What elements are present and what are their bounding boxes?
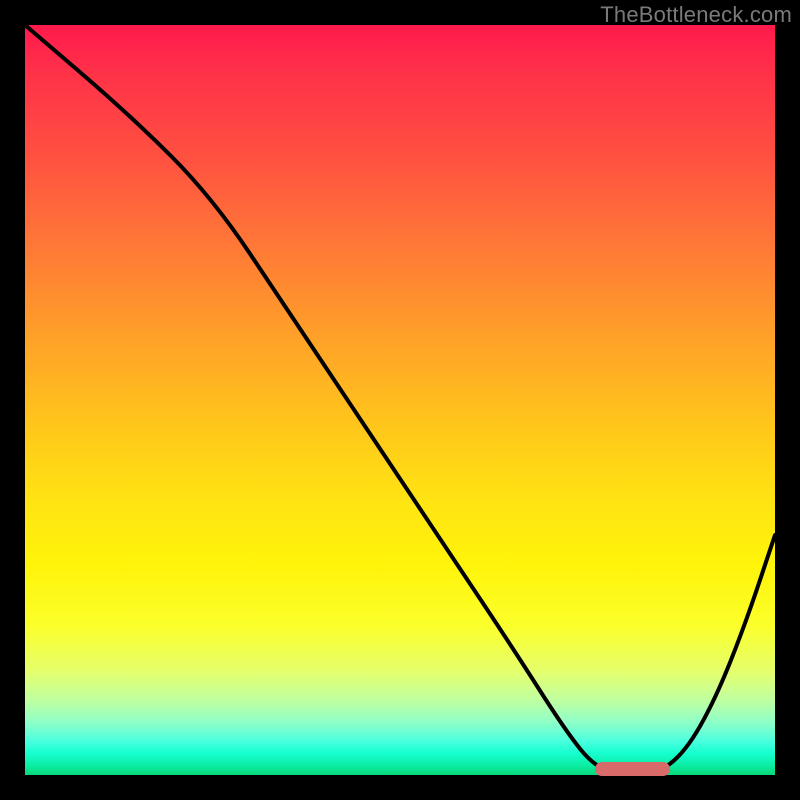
optimal-range-marker xyxy=(595,762,670,776)
watermark-text: TheBottleneck.com xyxy=(600,2,792,28)
chart-frame xyxy=(25,25,775,775)
bottleneck-curve xyxy=(25,25,775,775)
